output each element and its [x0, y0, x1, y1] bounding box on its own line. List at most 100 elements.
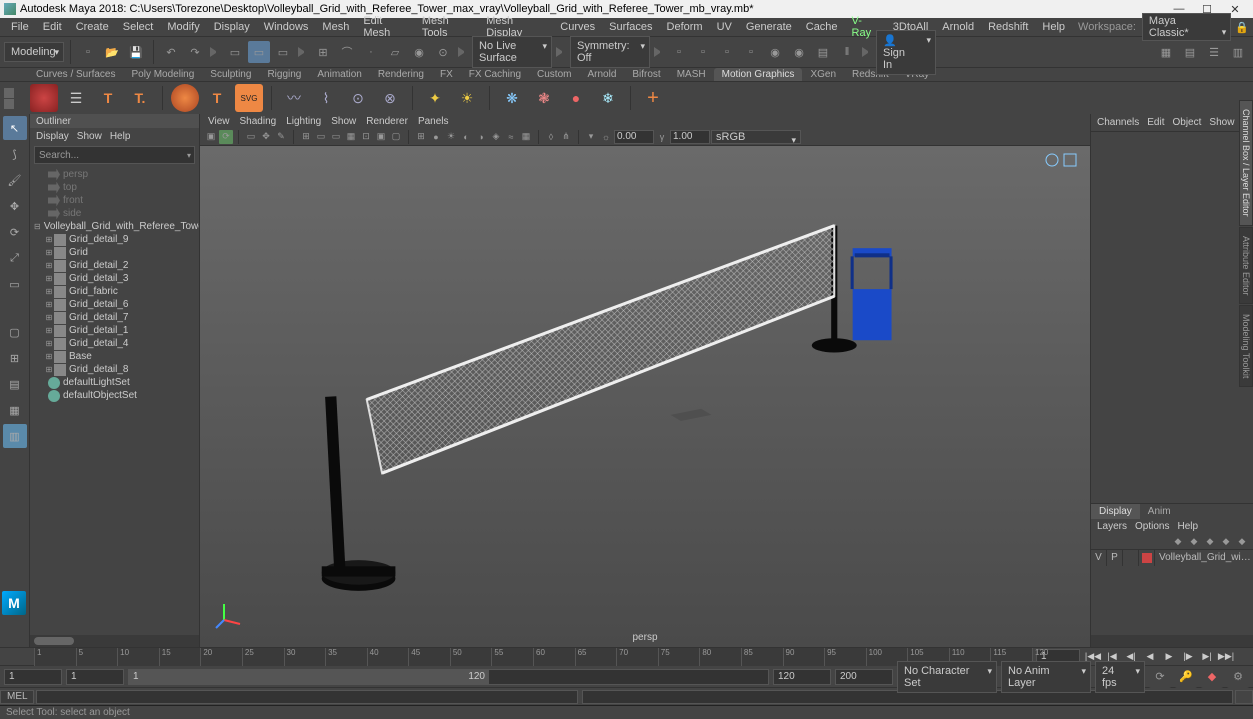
script-lang-toggle[interactable]: MEL [0, 690, 34, 704]
shelf-tab-arnold[interactable]: Arnold [579, 68, 624, 81]
vp-xray-joints[interactable]: ⋔ [559, 130, 573, 144]
vp-grease[interactable]: ✎ [274, 130, 288, 144]
vp-safe-action[interactable]: ▣ [374, 130, 388, 144]
vp-colorspace-combo[interactable]: sRGB gamma [711, 130, 801, 144]
snap-live-button[interactable]: ◉ [408, 41, 430, 63]
outliner-item[interactable]: ⊞Grid_detail_6 [30, 298, 199, 311]
shelf-tab-mash[interactable]: MASH [669, 68, 714, 81]
vp-msaa[interactable]: ◈ [489, 130, 503, 144]
sphere-icon[interactable] [171, 84, 199, 112]
vp-select-camera[interactable]: ▣ [204, 130, 218, 144]
vtab-channel-box[interactable]: Channel Box / Layer Editor [1239, 100, 1253, 226]
vp-gamma-input[interactable] [670, 130, 710, 144]
menu-curves[interactable]: Curves [553, 19, 602, 35]
outliner-item[interactable]: ⊞Grid_detail_2 [30, 259, 199, 272]
shelf-tab-fx[interactable]: FX [432, 68, 461, 81]
range-slider[interactable]: 1120 [128, 669, 769, 685]
layout-single[interactable]: ▢ [3, 320, 27, 344]
play-forward-button[interactable]: ▶ [1160, 649, 1178, 665]
viewport-3d[interactable]: persp [200, 146, 1090, 647]
viewport-menu-lighting[interactable]: Lighting [286, 116, 321, 127]
layer-playback-toggle[interactable]: P [1107, 550, 1123, 566]
vp-2d-pan[interactable]: ✥ [259, 130, 273, 144]
cb-edit-menu[interactable]: Edit [1147, 117, 1164, 128]
layer-row[interactable]: V P Volleyball_Grid_with_Referee_ [1091, 549, 1253, 565]
ch-button[interactable]: ▫ [668, 41, 690, 63]
vp-xray[interactable]: ◊ [544, 130, 558, 144]
curve-warp-icon[interactable]: ⌇ [312, 84, 340, 112]
menu-mesh[interactable]: Mesh [315, 19, 356, 35]
layer-hscroll[interactable] [1091, 635, 1253, 647]
loop-button[interactable]: ⟳ [1149, 666, 1171, 688]
save-scene-button[interactable]: 💾 [125, 41, 147, 63]
layout-outliner[interactable]: ▥ [3, 424, 27, 448]
vp-safe-title[interactable]: ▢ [389, 130, 403, 144]
viewport-menu-panels[interactable]: Panels [418, 116, 449, 127]
snap-curve-button[interactable]: ⌒ [336, 41, 358, 63]
view-cube[interactable] [1044, 150, 1084, 173]
menu-edit[interactable]: Edit [36, 19, 69, 35]
move-tool[interactable]: ✥ [3, 194, 27, 218]
menu-create[interactable]: Create [69, 19, 116, 35]
outliner-menu-show[interactable]: Show [77, 131, 102, 142]
snap-view-button[interactable]: ⊙ [432, 41, 454, 63]
menu-windows[interactable]: Windows [257, 19, 316, 35]
outliner-item[interactable]: ⊞Grid_detail_4 [30, 337, 199, 350]
menu-select[interactable]: Select [116, 19, 161, 35]
menu-surfaces[interactable]: Surfaces [602, 19, 659, 35]
lasso-tool[interactable]: ⟆ [3, 142, 27, 166]
redo-button[interactable]: ↷ [184, 41, 206, 63]
command-input[interactable] [36, 690, 578, 704]
menu-modify[interactable]: Modify [160, 19, 206, 35]
light-1-icon[interactable]: ✦ [421, 84, 449, 112]
outliner-hscroll[interactable] [30, 635, 199, 647]
autokey-button[interactable]: 🔑 [1175, 666, 1197, 688]
live-surface-combo[interactable]: No Live Surface [472, 36, 552, 68]
outliner-set[interactable]: defaultLightSet [30, 376, 199, 389]
menuset-combo[interactable]: Modeling [4, 42, 64, 62]
layer-color-swatch[interactable] [1139, 550, 1155, 566]
outliner-camera-side[interactable]: side [30, 207, 199, 220]
select-tool[interactable]: ↖ [3, 116, 27, 140]
select-by-object-button[interactable]: ▭ [248, 41, 270, 63]
menu-redshift[interactable]: Redshift [981, 19, 1035, 35]
layer-vis-toggle[interactable]: V [1091, 550, 1107, 566]
type-create-icon[interactable]: T [203, 84, 231, 112]
select-by-component-button[interactable]: ▭ [272, 41, 294, 63]
range-start-inner[interactable] [66, 669, 124, 685]
shelf-tab-rigging[interactable]: Rigging [259, 68, 309, 81]
vp-bookmarks[interactable]: ⟳ [219, 130, 233, 144]
vtab-modeling-toolkit[interactable]: Modeling Toolkit [1239, 305, 1253, 387]
vp-grid-toggle[interactable]: ⊞ [299, 130, 313, 144]
layer-btn-1[interactable]: ◆ [1171, 534, 1185, 548]
menu-deform[interactable]: Deform [660, 19, 710, 35]
shelf-tab-curves[interactable]: Curves / Surfaces [28, 68, 123, 81]
layer-tab-display[interactable]: Display [1091, 504, 1140, 519]
vp-shadows[interactable]: ◐ [459, 130, 473, 144]
ipr-button[interactable]: ◉ [788, 41, 810, 63]
layer-menu-layers[interactable]: Layers [1097, 521, 1127, 532]
new-scene-button[interactable]: ▫ [77, 41, 99, 63]
snap-grid-button[interactable]: ⊞ [312, 41, 334, 63]
viewport-menu-show[interactable]: Show [331, 116, 356, 127]
time-slider[interactable]: 1510152025303540455055606570758085909510… [34, 648, 1032, 666]
menu-edit-mesh[interactable]: Edit Mesh [356, 13, 414, 41]
prefs-button[interactable]: ⚙ [1227, 666, 1249, 688]
vp-use-lights[interactable]: ☀ [444, 130, 458, 144]
cb-show-menu[interactable]: Show [1209, 117, 1234, 128]
menu-help[interactable]: Help [1035, 19, 1072, 35]
toggle-tool-settings[interactable]: ☰ [1203, 41, 1225, 63]
particle-1-icon[interactable]: ❋ [498, 84, 526, 112]
twist-icon[interactable]: ⊗ [376, 84, 404, 112]
particle-2-icon[interactable]: ❃ [530, 84, 558, 112]
layer-menu-options[interactable]: Options [1135, 521, 1169, 532]
symmetry-combo[interactable]: Symmetry: Off [570, 36, 650, 68]
vp-smooth-shade[interactable]: ● [429, 130, 443, 144]
outliner-item[interactable]: ⊞Grid_detail_7 [30, 311, 199, 324]
vp-textured[interactable]: ▦ [519, 130, 533, 144]
type-tool-2-icon[interactable]: T. [126, 84, 154, 112]
script-editor-button[interactable] [1235, 690, 1253, 704]
vp-motion-blur[interactable]: ≈ [504, 130, 518, 144]
viewport-menu-shading[interactable]: Shading [240, 116, 277, 127]
toggle-modeling-toolkit[interactable]: ▦ [1155, 41, 1177, 63]
